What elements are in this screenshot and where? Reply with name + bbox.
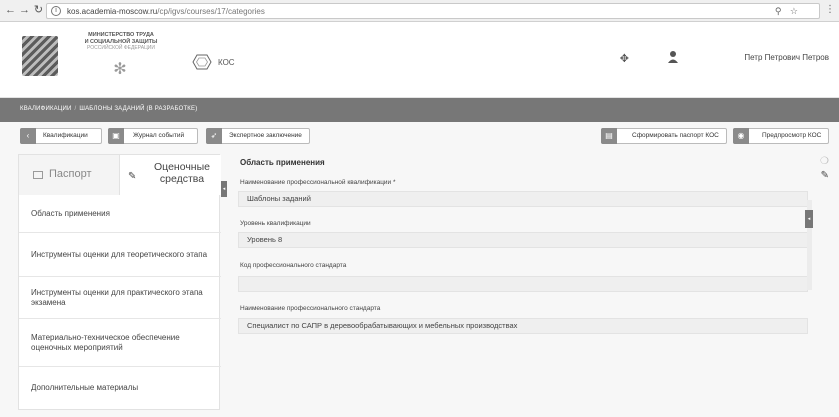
back-chevron-icon: ‹ <box>20 128 36 144</box>
breadcrumb-band: КВАЛИФИКАЦИИ / ШАБЛОНЫ ЗАДАНИЙ (В РАЗРАБОТ… <box>0 98 839 122</box>
qual-name-field[interactable]: Шаблоны заданий <box>238 191 808 207</box>
section-title: Область применения <box>240 158 325 167</box>
user-icon[interactable] <box>667 50 679 64</box>
left-navigation-panel: Паспорт ✎ Оценочные средства Область при… <box>18 154 221 410</box>
comment-icon[interactable]: ❍ <box>820 156 829 167</box>
expert-conclusion-button[interactable]: ➶ Экспертное заключение <box>206 128 310 144</box>
standard-code-label: Код профессионального стандарта <box>240 262 347 269</box>
pencil-icon: ✎ <box>128 171 137 182</box>
eye-icon: ◉ <box>733 128 749 144</box>
back-icon[interactable]: ← <box>4 4 17 17</box>
browser-menu-icon[interactable]: ⋮ <box>825 4 835 15</box>
edit-pencil-icon[interactable]: ✎ <box>821 170 829 181</box>
qual-level-field[interactable]: Уровень 8 <box>238 232 808 248</box>
ministry-logo[interactable]: МИНИСТЕРСТВО ТРУДА И СОЦИАЛЬНОЙ ЗАЩИТЫ Р… <box>22 30 235 92</box>
send-icon: ➶ <box>206 128 222 144</box>
forward-icon[interactable]: → <box>18 4 31 17</box>
browser-toolbar: ← → ↻ i kos.academia-moscow.ru/cp/igvs/c… <box>0 0 839 22</box>
user-name[interactable]: Петр Петрович Петров <box>744 53 829 62</box>
generate-passport-button[interactable]: ▤ Сформировать паспорт КОС <box>601 128 727 144</box>
breadcrumb-current: ШАБЛОНЫ ЗАДАНИЙ (В РАЗРАБОТКЕ) <box>79 106 198 112</box>
url-text: kos.academia-moscow.ru/cp/igvs/courses/1… <box>67 7 265 16</box>
kos-hexagon-icon <box>192 54 212 70</box>
form-area: Область применения Наименование професси… <box>232 154 824 410</box>
reload-icon[interactable]: ↻ <box>32 4 45 17</box>
settings-icon[interactable]: ✥ <box>620 52 629 65</box>
menu-item-scope[interactable]: Область применения <box>19 195 221 233</box>
preview-button[interactable]: ◉ Предпросмотр КОС <box>733 128 829 144</box>
address-bar[interactable]: i kos.academia-moscow.ru/cp/igvs/courses… <box>46 3 820 19</box>
breadcrumb-qualifications[interactable]: КВАЛИФИКАЦИИ <box>20 106 72 112</box>
comment-icon: ▣ <box>108 128 124 144</box>
scrollbar-handle[interactable]: ◂ <box>805 210 813 228</box>
standard-code-field[interactable] <box>238 276 808 292</box>
site-header: МИНИСТЕРСТВО ТРУДА И СОЦИАЛЬНОЙ ЗАЩИТЫ Р… <box>0 22 839 98</box>
collapse-panel-handle[interactable]: ◂ <box>221 181 227 197</box>
events-log-button[interactable]: ▣ Журнал событий <box>108 128 198 144</box>
qualifications-button[interactable]: ‹ Квалификации <box>20 128 102 144</box>
info-icon[interactable]: i <box>51 6 61 16</box>
standard-name-label: Наименование профессионального стандарта <box>240 305 381 312</box>
menu-item-practice-tools[interactable]: Инструменты оценки для практического эта… <box>19 277 221 319</box>
ministry-name: МИНИСТЕРСТВО ТРУДА И СОЦИАЛЬНОЙ ЗАЩИТЫ Р… <box>84 32 158 51</box>
tab-bar: Паспорт ✎ Оценочные средства <box>19 155 221 195</box>
coat-of-arms-icon: ✻ <box>113 61 127 78</box>
ministry-emblem-icon <box>22 36 58 76</box>
menu-item-theory-tools[interactable]: Инструменты оценки для теоретического эт… <box>19 233 221 277</box>
breadcrumb: КВАЛИФИКАЦИИ / ШАБЛОНЫ ЗАДАНИЙ (В РАЗРАБОТ… <box>20 106 198 112</box>
document-icon: ▤ <box>601 128 617 144</box>
zoom-star-icons[interactable]: ⚲ ☆ <box>775 6 801 17</box>
action-toolbar: ‹ Квалификации ▣ Журнал событий ➶ Экспер… <box>0 122 839 152</box>
qual-name-label: Наименование профессиональной квалификац… <box>240 179 396 186</box>
id-card-icon <box>33 171 43 179</box>
standard-name-field[interactable]: Специалист по САПР в деревообрабатывающи… <box>238 318 808 334</box>
tab-assessment-tools[interactable]: ✎ Оценочные средства <box>120 155 221 195</box>
menu-item-additional[interactable]: Дополнительные материалы <box>19 367 221 409</box>
menu-item-material-support[interactable]: Материально-техническое обеспечение оцен… <box>19 319 221 367</box>
tab-passport[interactable]: Паспорт <box>19 155 120 195</box>
qual-level-label: Уровень квалификации <box>240 220 311 227</box>
